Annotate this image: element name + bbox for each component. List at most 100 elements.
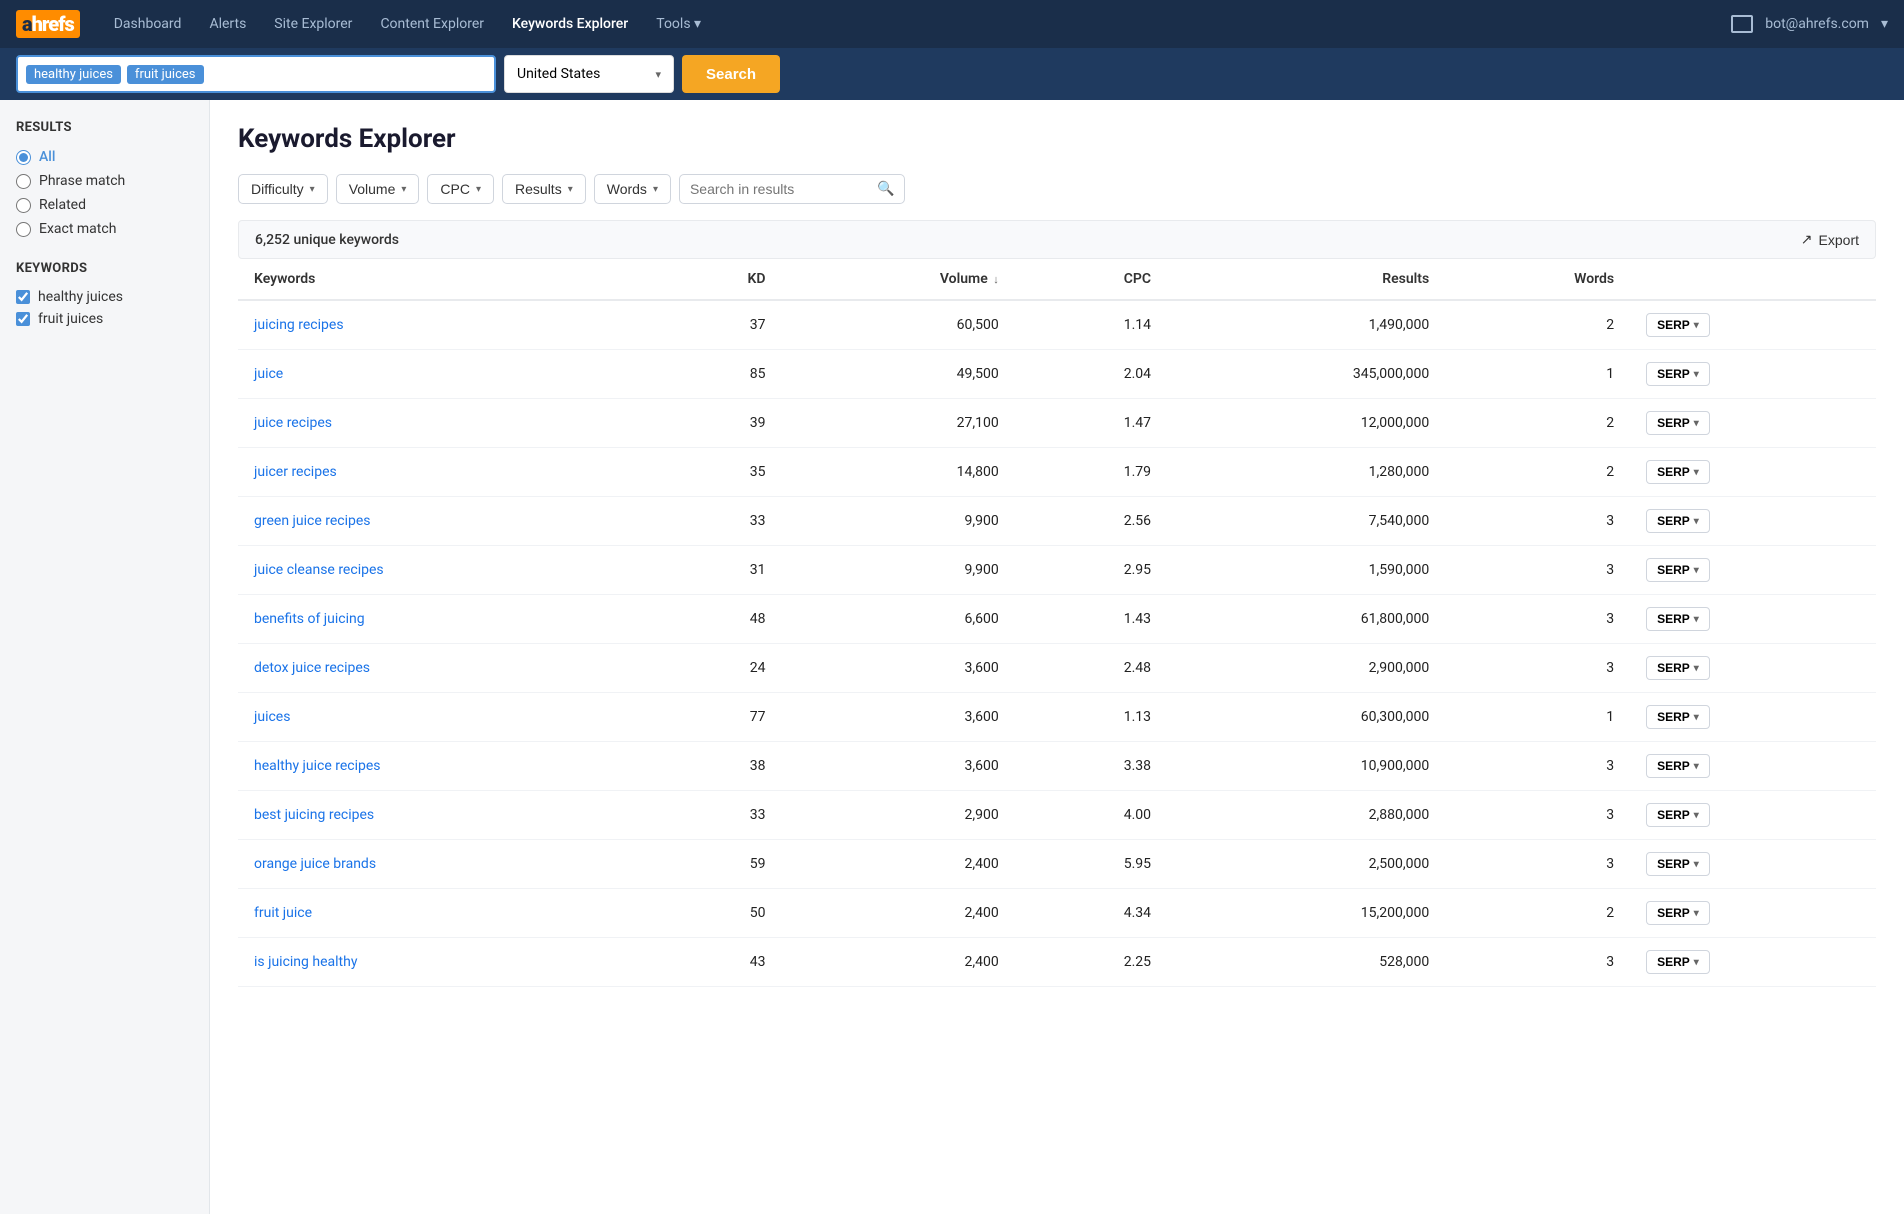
keyword-link[interactable]: fruit juice bbox=[254, 905, 312, 921]
filter-difficulty[interactable]: Difficulty ▾ bbox=[238, 174, 328, 204]
cell-results: 1,490,000 bbox=[1167, 300, 1445, 350]
user-email[interactable]: bot@ahrefs.com bbox=[1765, 16, 1869, 32]
monitor-icon[interactable] bbox=[1731, 15, 1753, 33]
serp-button[interactable]: SERP ▾ bbox=[1646, 656, 1710, 680]
words-chevron: ▾ bbox=[653, 184, 658, 195]
results-section-title: Results bbox=[16, 120, 193, 135]
serp-button[interactable]: SERP ▾ bbox=[1646, 313, 1710, 337]
serp-chevron: ▾ bbox=[1694, 418, 1699, 429]
cell-kd: 77 bbox=[653, 693, 781, 742]
cell-keyword: juicing recipes bbox=[238, 300, 653, 350]
keyword-link[interactable]: orange juice brands bbox=[254, 856, 376, 872]
keyword-link[interactable]: benefits of juicing bbox=[254, 611, 365, 627]
export-button[interactable]: ↗ Export bbox=[1801, 231, 1859, 248]
nav-dashboard[interactable]: Dashboard bbox=[104, 12, 192, 36]
serp-chevron: ▾ bbox=[1694, 320, 1699, 331]
cell-words: 3 bbox=[1445, 791, 1630, 840]
cell-keyword: fruit juice bbox=[238, 889, 653, 938]
keyword-link[interactable]: healthy juice recipes bbox=[254, 758, 381, 774]
col-volume[interactable]: Volume ↓ bbox=[781, 259, 1014, 300]
serp-button[interactable]: SERP ▾ bbox=[1646, 411, 1710, 435]
nav-keywords-explorer[interactable]: Keywords Explorer bbox=[502, 12, 638, 36]
nav-content-explorer[interactable]: Content Explorer bbox=[370, 12, 494, 36]
radio-exact-match[interactable]: Exact match bbox=[16, 217, 193, 241]
nav-site-explorer[interactable]: Site Explorer bbox=[264, 12, 362, 36]
serp-chevron: ▾ bbox=[1694, 908, 1699, 919]
serp-button[interactable]: SERP ▾ bbox=[1646, 558, 1710, 582]
cell-words: 3 bbox=[1445, 840, 1630, 889]
filters-bar: Difficulty ▾ Volume ▾ CPC ▾ Results ▾ Wo… bbox=[238, 174, 1876, 204]
keyword-fruit-juices[interactable]: fruit juices bbox=[16, 308, 193, 330]
cell-cpc: 2.95 bbox=[1015, 546, 1167, 595]
search-in-results: 🔍 bbox=[679, 174, 905, 204]
cell-results: 60,300,000 bbox=[1167, 693, 1445, 742]
serp-button[interactable]: SERP ▾ bbox=[1646, 509, 1710, 533]
table-row: is juicing healthy 43 2,400 2.25 528,000… bbox=[238, 938, 1876, 987]
cell-volume: 2,900 bbox=[781, 791, 1014, 840]
radio-related[interactable]: Related bbox=[16, 193, 193, 217]
cell-cpc: 3.38 bbox=[1015, 742, 1167, 791]
filter-cpc[interactable]: CPC ▾ bbox=[427, 174, 494, 204]
cell-results: 345,000,000 bbox=[1167, 350, 1445, 399]
serp-button[interactable]: SERP ▾ bbox=[1646, 460, 1710, 484]
serp-chevron: ▾ bbox=[1694, 614, 1699, 625]
keyword-link[interactable]: juice cleanse recipes bbox=[254, 562, 384, 578]
nav-alerts[interactable]: Alerts bbox=[199, 12, 256, 36]
cell-cpc: 1.13 bbox=[1015, 693, 1167, 742]
cell-volume: 2,400 bbox=[781, 938, 1014, 987]
cell-words: 1 bbox=[1445, 693, 1630, 742]
nav-tools[interactable]: Tools ▾ bbox=[646, 12, 711, 36]
logo[interactable]: ahrefs bbox=[16, 10, 80, 38]
user-dropdown-chevron[interactable]: ▾ bbox=[1881, 16, 1888, 32]
tag-fruit-juices[interactable]: fruit juices bbox=[127, 65, 204, 84]
search-in-results-input[interactable] bbox=[690, 181, 871, 197]
keyword-link[interactable]: detox juice recipes bbox=[254, 660, 370, 676]
serp-button[interactable]: SERP ▾ bbox=[1646, 852, 1710, 876]
keyword-link[interactable]: juice recipes bbox=[254, 415, 332, 431]
keyword-link[interactable]: juices bbox=[254, 709, 290, 725]
radio-phrase-match[interactable]: Phrase match bbox=[16, 169, 193, 193]
search-input[interactable] bbox=[210, 66, 487, 82]
main-layout: Results All Phrase match Related Exact m… bbox=[0, 100, 1904, 1214]
keyword-link[interactable]: juice bbox=[254, 366, 283, 382]
cell-serp: SERP ▾ bbox=[1630, 497, 1876, 546]
cell-words: 3 bbox=[1445, 595, 1630, 644]
results-count-bar: 6,252 unique keywords ↗ Export bbox=[238, 220, 1876, 259]
cell-kd: 48 bbox=[653, 595, 781, 644]
filter-results[interactable]: Results ▾ bbox=[502, 174, 586, 204]
cell-results: 2,880,000 bbox=[1167, 791, 1445, 840]
serp-button[interactable]: SERP ▾ bbox=[1646, 754, 1710, 778]
serp-button[interactable]: SERP ▾ bbox=[1646, 362, 1710, 386]
cell-results: 7,540,000 bbox=[1167, 497, 1445, 546]
keyword-link[interactable]: juicer recipes bbox=[254, 464, 337, 480]
export-icon: ↗ bbox=[1801, 231, 1813, 248]
keyword-link[interactable]: is juicing healthy bbox=[254, 954, 357, 970]
cell-serp: SERP ▾ bbox=[1630, 742, 1876, 791]
filter-words[interactable]: Words ▾ bbox=[594, 174, 671, 204]
keyword-healthy-juices[interactable]: healthy juices bbox=[16, 286, 193, 308]
results-count: 6,252 unique keywords bbox=[255, 232, 399, 248]
keyword-link[interactable]: best juicing recipes bbox=[254, 807, 374, 823]
cell-serp: SERP ▾ bbox=[1630, 300, 1876, 350]
country-select[interactable]: United States ▾ bbox=[504, 55, 674, 93]
serp-chevron: ▾ bbox=[1694, 369, 1699, 380]
keyword-link[interactable]: juicing recipes bbox=[254, 317, 344, 333]
serp-button[interactable]: SERP ▾ bbox=[1646, 607, 1710, 631]
radio-all[interactable]: All bbox=[16, 145, 193, 169]
cell-cpc: 2.04 bbox=[1015, 350, 1167, 399]
table-row: detox juice recipes 24 3,600 2.48 2,900,… bbox=[238, 644, 1876, 693]
serp-button[interactable]: SERP ▾ bbox=[1646, 901, 1710, 925]
keyword-link[interactable]: green juice recipes bbox=[254, 513, 371, 529]
search-button[interactable]: Search bbox=[682, 55, 780, 93]
tag-healthy-juices[interactable]: healthy juices bbox=[26, 65, 121, 84]
results-radio-group: All Phrase match Related Exact match bbox=[16, 145, 193, 241]
cell-serp: SERP ▾ bbox=[1630, 791, 1876, 840]
cell-results: 2,500,000 bbox=[1167, 840, 1445, 889]
serp-button[interactable]: SERP ▾ bbox=[1646, 950, 1710, 974]
serp-button[interactable]: SERP ▾ bbox=[1646, 803, 1710, 827]
filter-volume[interactable]: Volume ▾ bbox=[336, 174, 420, 204]
cell-serp: SERP ▾ bbox=[1630, 889, 1876, 938]
cell-results: 1,590,000 bbox=[1167, 546, 1445, 595]
serp-button[interactable]: SERP ▾ bbox=[1646, 705, 1710, 729]
cell-volume: 2,400 bbox=[781, 840, 1014, 889]
